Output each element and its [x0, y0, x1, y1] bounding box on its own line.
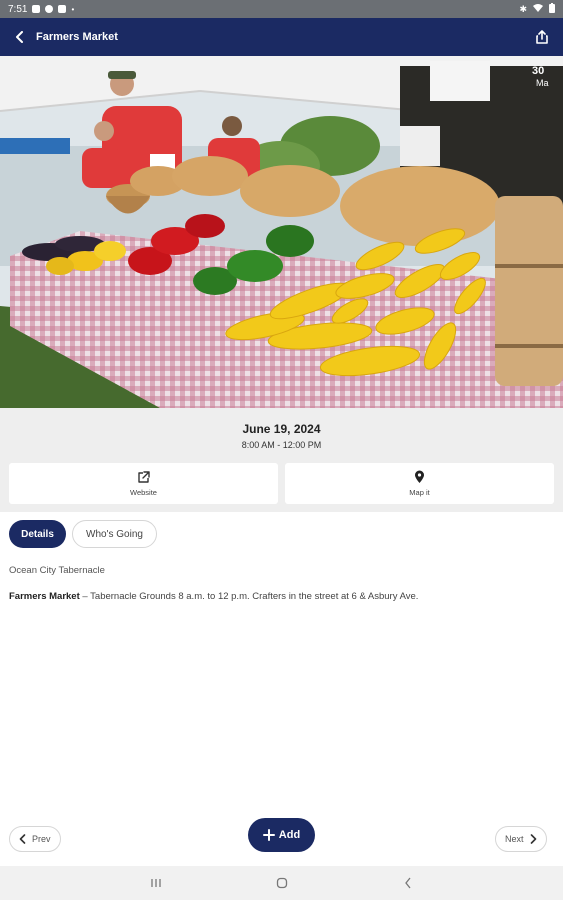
app-bar: Farmers Market: [0, 18, 563, 56]
arrow-left-icon: [16, 31, 23, 43]
home-button[interactable]: [274, 875, 290, 891]
prev-button[interactable]: Prev: [9, 826, 61, 852]
image-overlay-text: Ma: [536, 78, 549, 88]
page-title: Farmers Market: [36, 31, 118, 43]
detail-tabs: Details Who's Going: [9, 520, 157, 548]
event-time-range: 8:00 AM - 12:00 PM: [241, 440, 322, 450]
event-description: Farmers Market – Tabernacle Grounds 8 a.…: [9, 590, 554, 603]
share-icon: [536, 30, 548, 44]
website-button[interactable]: Website: [9, 463, 278, 504]
wifi-icon: [533, 3, 543, 15]
event-description-title: Farmers Market: [9, 591, 80, 602]
chevron-right-icon: [530, 834, 536, 844]
chevron-left-icon: [19, 834, 26, 844]
next-button[interactable]: Next: [495, 826, 547, 852]
description-separator: –: [79, 591, 91, 602]
event-photo: 30 Ma: [0, 56, 563, 408]
notification-icon: [32, 5, 41, 13]
event-date: June 19, 2024: [242, 422, 321, 436]
image-overlay-text: 30: [532, 65, 544, 77]
back-button[interactable]: [10, 27, 30, 47]
add-label: Add: [278, 829, 301, 841]
plus-icon: [262, 829, 275, 841]
event-venue: Ocean City Tabernacle: [9, 565, 105, 576]
status-time: 7:51: [8, 3, 28, 15]
map-it-label: Map it: [409, 488, 430, 497]
event-info-panel: June 19, 2024 8:00 AM - 12:00 PM Website…: [0, 408, 563, 512]
website-label: Website: [130, 487, 157, 497]
status-bar: 7:51 • ✱: [0, 0, 563, 18]
map-it-button[interactable]: Map it: [285, 463, 554, 504]
bluetooth-icon: ✱: [519, 3, 527, 14]
tab-details[interactable]: Details: [9, 520, 66, 548]
external-link-icon: [138, 470, 150, 483]
next-label: Next: [505, 834, 524, 844]
notification-icon: [45, 5, 54, 13]
share-button[interactable]: [531, 26, 553, 48]
system-back-button[interactable]: [400, 875, 416, 891]
event-description-body: Tabernacle Grounds 8 a.m. to 12 p.m. Cra…: [90, 591, 419, 602]
dot-icon: •: [71, 4, 75, 14]
recent-apps-icon: [150, 879, 161, 887]
back-icon: [404, 877, 411, 889]
prev-label: Prev: [32, 834, 51, 844]
system-nav-bar: [0, 866, 563, 900]
battery-icon: [549, 2, 555, 16]
tab-whos-going[interactable]: Who's Going: [72, 520, 157, 548]
home-icon: [276, 877, 287, 889]
recent-apps-button[interactable]: [148, 875, 164, 891]
folder-icon: [58, 5, 67, 13]
add-button[interactable]: Add: [248, 818, 315, 852]
map-pin-icon: [415, 470, 424, 483]
